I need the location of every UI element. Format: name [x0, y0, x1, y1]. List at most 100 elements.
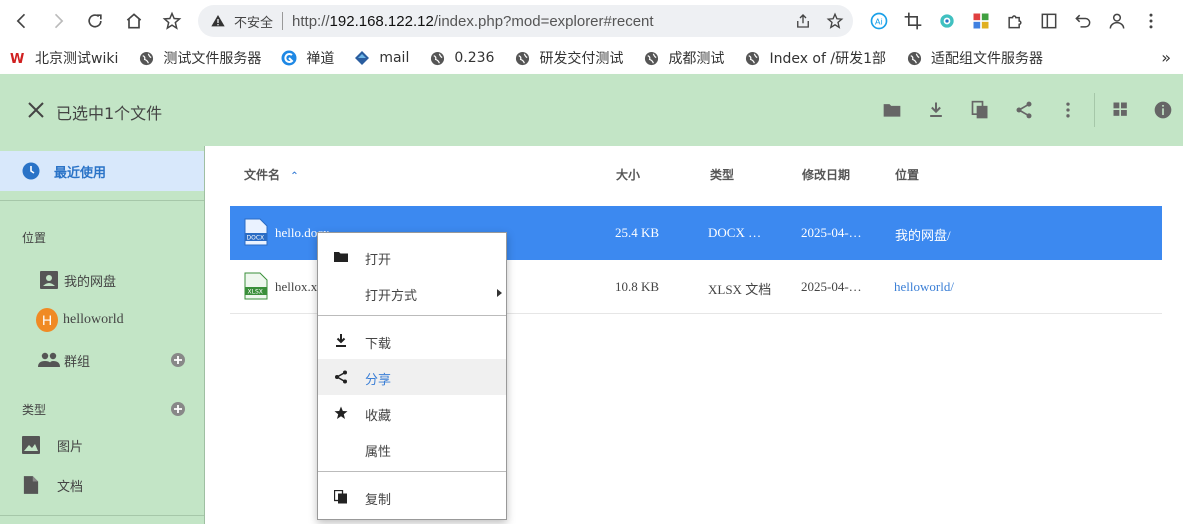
sidebar-toggle-button[interactable]	[1032, 0, 1066, 42]
reload-button[interactable]	[77, 0, 113, 42]
sidebar-item-label: 群组	[64, 354, 91, 370]
undo-button[interactable]	[1066, 0, 1100, 42]
bookmark-label: 测试文件服务器	[163, 51, 262, 67]
column-header-size[interactable]: 大小	[616, 166, 640, 183]
avatar-letter: H	[36, 308, 58, 332]
download-button[interactable]	[914, 88, 958, 132]
crop-extension-button[interactable]	[896, 0, 930, 42]
move-to-folder-button[interactable]	[870, 88, 914, 132]
star-icon	[334, 406, 348, 419]
share-page-button[interactable]	[793, 11, 813, 31]
profile-button[interactable]	[1100, 0, 1134, 42]
svg-text:XLSX: XLSX	[248, 289, 263, 296]
sidebar-item-label: 我的网盘	[64, 274, 117, 290]
bookmark-label: Index of /研发1部	[769, 51, 886, 67]
star-outline-icon	[826, 12, 844, 29]
close-icon[interactable]	[26, 100, 46, 120]
forward-arrow-icon	[54, 13, 64, 29]
bookmark-mail[interactable]: mail	[354, 50, 409, 66]
add-type-icon[interactable]	[170, 401, 186, 417]
sidebar-item-images[interactable]: 图片	[0, 428, 204, 462]
add-group-icon[interactable]	[170, 352, 186, 368]
svg-text:W: W	[10, 52, 24, 66]
grid-extension-button[interactable]	[964, 0, 998, 42]
bookmark-label: 0.236	[454, 50, 495, 66]
info-button[interactable]	[1143, 88, 1183, 132]
bookmark-page-button[interactable]	[825, 11, 845, 31]
bookmark-zentao[interactable]: 禅道	[281, 48, 334, 68]
bookmark-index-rd1[interactable]: Index of /研发1部	[744, 48, 886, 68]
browser-menu-button[interactable]	[1134, 0, 1168, 42]
share-button[interactable]	[1002, 88, 1046, 132]
bookmarks-bar: W 北京测试wiki 测试文件服务器 禅道 mail 0.236 研发交付测试 …	[0, 42, 1183, 74]
file-type: DOCX …	[708, 225, 762, 240]
home-button[interactable]	[116, 0, 152, 42]
sidebar-item-label: helloworld	[63, 312, 124, 327]
back-button[interactable]	[4, 0, 40, 42]
column-header-type[interactable]: 类型	[710, 166, 734, 183]
bookmark-label: mail	[379, 50, 410, 66]
grid-view-icon	[1113, 102, 1127, 116]
bookmark-test-file-server[interactable]: 测试文件服务器	[138, 48, 261, 68]
undo-icon	[1075, 14, 1091, 28]
color-extension-button[interactable]	[930, 0, 964, 42]
address-bar[interactable]: 不安全 http://192.168.122.12/index.php?mod=…	[198, 5, 853, 37]
forward-button[interactable]	[40, 0, 76, 42]
home-icon	[126, 13, 142, 29]
menu-item-properties[interactable]: 属性	[318, 431, 506, 467]
share-icon	[335, 370, 347, 384]
sidebar-item-groups[interactable]: 群组	[0, 343, 204, 377]
ai-extension-button[interactable]: Ai	[862, 0, 896, 42]
bookmarks-overflow-button[interactable]: »	[1161, 48, 1171, 67]
folder-open-icon	[334, 252, 348, 262]
person-outline-icon	[1109, 13, 1125, 29]
bookmark-chengdu-test[interactable]: 成都测试	[643, 48, 724, 68]
file-location[interactable]: 我的网盘/	[895, 225, 951, 244]
column-header-location[interactable]: 位置	[895, 166, 919, 183]
bookmark-label: 成都测试	[668, 51, 725, 67]
copy-button[interactable]	[958, 88, 1002, 132]
bookmark-adapter-file-server[interactable]: 适配组文件服务器	[906, 48, 1043, 68]
sidebar-item-recent[interactable]: 最近使用	[0, 151, 204, 191]
file-modified: 2025-04-…	[801, 279, 862, 294]
menu-item-favorite[interactable]: 收藏	[318, 395, 506, 431]
bookmark-star-button[interactable]	[154, 0, 190, 42]
insecure-label: 不安全	[234, 15, 274, 31]
download-icon	[930, 102, 942, 117]
sidebar-item-documents[interactable]: 文档	[0, 468, 204, 502]
bookmark-label: 适配组文件服务器	[931, 51, 1043, 67]
menu-item-copy[interactable]: 复制	[318, 479, 506, 515]
globe-icon	[514, 50, 530, 66]
vertical-dots-icon	[1066, 102, 1070, 118]
extensions-button[interactable]	[998, 0, 1032, 42]
sidebar-divider	[0, 200, 204, 201]
bookmark-0236[interactable]: 0.236	[429, 50, 494, 66]
url-host: 192.168.122.12	[329, 12, 434, 30]
sidebar-item-helloworld[interactable]: H helloworld	[0, 303, 204, 337]
share-page-icon	[797, 14, 809, 28]
menu-item-label: 收藏	[365, 409, 392, 424]
url-text: http://192.168.122.12/index.php?mod=expl…	[292, 13, 654, 30]
crop-icon	[904, 12, 922, 30]
context-menu: 打开 打开方式 下载 分享 收藏 属性 复制	[317, 232, 507, 520]
docx-file-icon: DOCX	[244, 218, 268, 246]
column-header-name[interactable]: 文件名 ⌃	[244, 166, 299, 183]
globe-icon	[906, 50, 922, 66]
menu-item-open-with[interactable]: 打开方式	[318, 275, 506, 311]
bookmark-rd-delivery-test[interactable]: 研发交付测试	[514, 48, 623, 68]
svg-text:DOCX: DOCX	[247, 235, 265, 242]
menu-item-open[interactable]: 打开	[318, 239, 506, 275]
menu-item-download[interactable]: 下载	[318, 323, 506, 359]
file-location-link[interactable]: helloworld/	[894, 279, 954, 295]
more-actions-button[interactable]	[1046, 88, 1090, 132]
grid-view-button[interactable]	[1099, 88, 1143, 132]
menu-item-label: 复制	[365, 493, 392, 508]
globe-icon	[138, 50, 154, 66]
bookmark-wiki[interactable]: W 北京测试wiki	[10, 48, 118, 68]
menu-item-share[interactable]: 分享	[318, 359, 506, 395]
sidebar-panel-icon	[1041, 13, 1057, 29]
sidebar-item-my-drive[interactable]: 我的网盘	[0, 263, 204, 297]
sidebar-item-label: 文档	[57, 479, 84, 495]
menu-item-label: 打开	[365, 253, 392, 268]
column-header-modified[interactable]: 修改日期	[802, 166, 850, 183]
